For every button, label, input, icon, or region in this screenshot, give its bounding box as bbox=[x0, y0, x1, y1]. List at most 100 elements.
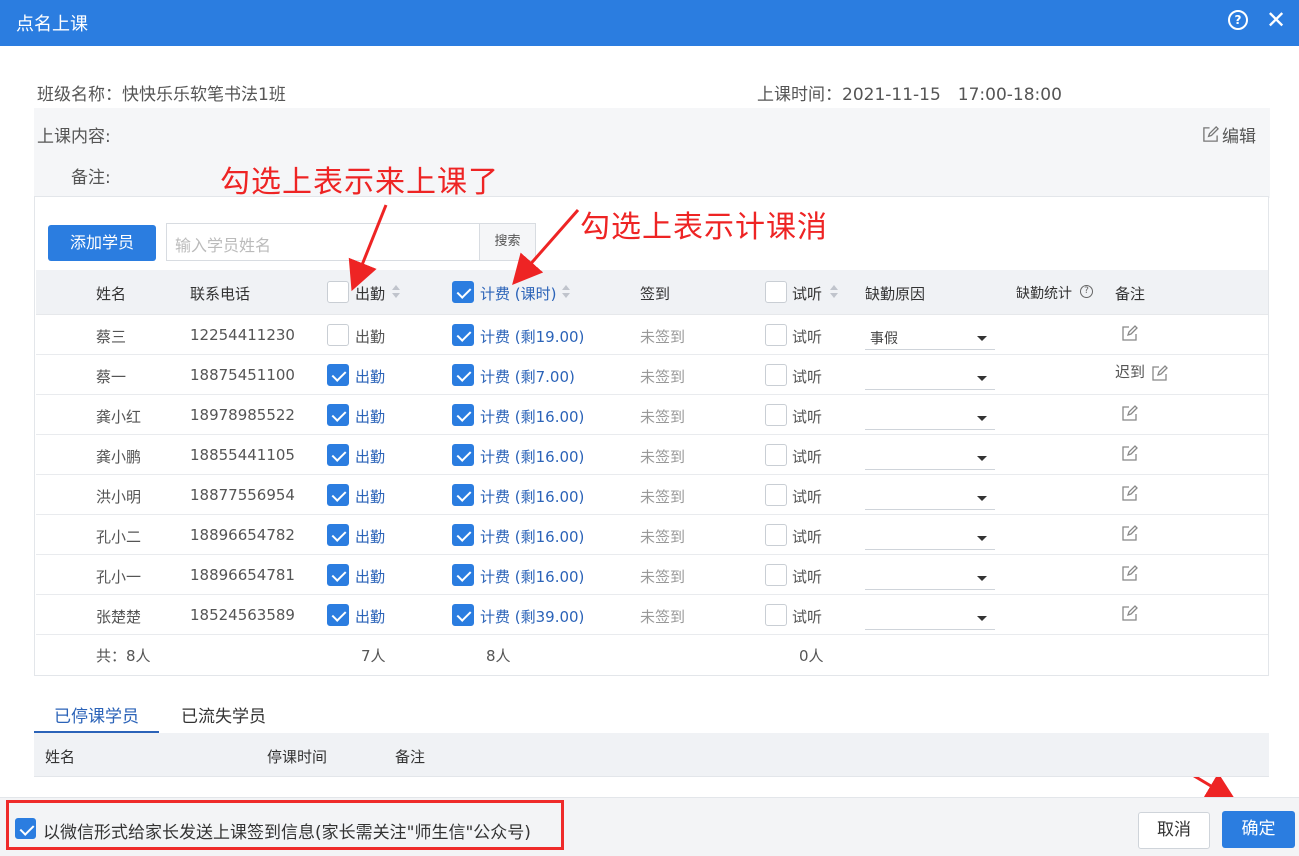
search-input[interactable]: 输入学员姓名 bbox=[166, 223, 480, 261]
attend-checkbox[interactable] bbox=[327, 324, 349, 346]
trial-checkbox[interactable] bbox=[765, 484, 787, 506]
stopped-table-header bbox=[34, 733, 1269, 777]
chevron-down-icon bbox=[977, 416, 987, 421]
charge-checkbox[interactable] bbox=[452, 524, 474, 546]
trial-checkbox[interactable] bbox=[765, 564, 787, 586]
edit-note-icon[interactable] bbox=[1121, 325, 1138, 342]
charge-label: 计费 (剩16.00) bbox=[480, 448, 585, 466]
charge-label: 计费 (剩16.00) bbox=[480, 528, 585, 546]
charge-all-checkbox[interactable] bbox=[452, 281, 474, 303]
charge-label: 计费 (剩19.00) bbox=[480, 328, 585, 346]
dialog-title: 点名上课 bbox=[16, 14, 88, 35]
absent-reason-select[interactable] bbox=[865, 604, 995, 630]
absent-reason-select[interactable] bbox=[865, 524, 995, 550]
trial-sort-icon[interactable] bbox=[830, 285, 838, 299]
dialog-titlebar: 点名上课 ? ✕ bbox=[0, 0, 1299, 46]
attend-all-checkbox[interactable] bbox=[327, 281, 349, 303]
attend-checkbox[interactable] bbox=[327, 444, 349, 466]
absent-reason-select[interactable] bbox=[865, 444, 995, 470]
tab-stopped-students[interactable]: 已停课学员 bbox=[54, 702, 139, 727]
sign-status: 未签到 bbox=[640, 608, 686, 626]
annotation-charge: 勾选上表示计课消 bbox=[580, 210, 828, 245]
header-attend: 出勤 bbox=[355, 285, 386, 303]
absent-reason-select[interactable] bbox=[865, 484, 995, 510]
chevron-down-icon bbox=[977, 376, 987, 381]
trial-all-checkbox[interactable] bbox=[765, 281, 787, 303]
header-sign: 签到 bbox=[640, 285, 671, 303]
charge-sort-icon[interactable] bbox=[562, 285, 570, 299]
attend-label: 出勤 bbox=[355, 568, 386, 586]
row-note: 迟到 bbox=[1115, 363, 1146, 381]
trial-label: 试听 bbox=[792, 568, 823, 586]
charge-checkbox[interactable] bbox=[452, 324, 474, 346]
close-icon[interactable]: ✕ bbox=[1264, 6, 1288, 34]
trial-checkbox[interactable] bbox=[765, 604, 787, 626]
student-phone: 18877556954 bbox=[190, 486, 295, 504]
attend-label: 出勤 bbox=[355, 448, 386, 466]
edit-button[interactable]: 编辑 bbox=[1202, 122, 1256, 147]
trial-label: 试听 bbox=[792, 608, 823, 626]
edit-note-icon[interactable] bbox=[1151, 365, 1168, 382]
search-button[interactable]: 搜索 bbox=[479, 223, 536, 261]
wechat-notify-checkbox[interactable] bbox=[15, 818, 36, 839]
header-absent-stats: 缺勤统计 bbox=[1016, 286, 1072, 302]
charge-label: 计费 (剩16.00) bbox=[480, 568, 585, 586]
help-circle-icon[interactable]: ? bbox=[1080, 285, 1093, 298]
edit-note-icon[interactable] bbox=[1121, 445, 1138, 462]
remark-label: 备注: bbox=[71, 168, 111, 188]
trial-label: 试听 bbox=[792, 328, 823, 346]
edit-note-icon[interactable] bbox=[1121, 485, 1138, 502]
attend-label: 出勤 bbox=[355, 368, 386, 386]
trial-checkbox[interactable] bbox=[765, 524, 787, 546]
charge-count: 8人 bbox=[486, 647, 511, 665]
student-phone: 18524563589 bbox=[190, 606, 295, 624]
student-phone: 18855441105 bbox=[190, 446, 295, 464]
attend-checkbox[interactable] bbox=[327, 364, 349, 386]
student-name: 蔡三 bbox=[96, 328, 127, 346]
header2-note: 备注 bbox=[395, 748, 426, 766]
absent-reason-select[interactable] bbox=[865, 364, 995, 390]
attend-checkbox[interactable] bbox=[327, 484, 349, 506]
trial-checkbox[interactable] bbox=[765, 364, 787, 386]
charge-checkbox[interactable] bbox=[452, 604, 474, 626]
confirm-button[interactable]: 确定 bbox=[1222, 811, 1295, 848]
charge-label: 计费 (剩16.00) bbox=[480, 408, 585, 426]
student-name: 蔡一 bbox=[96, 368, 127, 386]
sign-status: 未签到 bbox=[640, 568, 686, 586]
student-name: 龚小红 bbox=[96, 408, 142, 426]
edit-note-icon[interactable] bbox=[1121, 405, 1138, 422]
charge-checkbox[interactable] bbox=[452, 404, 474, 426]
cancel-button[interactable]: 取消 bbox=[1138, 812, 1210, 849]
chevron-down-icon bbox=[977, 616, 987, 621]
attend-checkbox[interactable] bbox=[327, 404, 349, 426]
student-name: 龚小鹏 bbox=[96, 448, 142, 466]
absent-reason-select[interactable] bbox=[865, 404, 995, 430]
charge-checkbox[interactable] bbox=[452, 444, 474, 466]
attend-checkbox[interactable] bbox=[327, 524, 349, 546]
tab-lost-students[interactable]: 已流失学员 bbox=[181, 702, 266, 727]
content-label: 上课内容: bbox=[37, 127, 111, 147]
attend-checkbox[interactable] bbox=[327, 564, 349, 586]
edit-note-icon[interactable] bbox=[1121, 525, 1138, 542]
add-student-button[interactable]: 添加学员 bbox=[48, 225, 156, 261]
absent-reason-select[interactable] bbox=[865, 564, 995, 590]
student-phone: 18875451100 bbox=[190, 366, 295, 384]
edit-note-icon[interactable] bbox=[1121, 605, 1138, 622]
trial-checkbox[interactable] bbox=[765, 444, 787, 466]
sign-status: 未签到 bbox=[640, 488, 686, 506]
charge-checkbox[interactable] bbox=[452, 484, 474, 506]
charge-checkbox[interactable] bbox=[452, 564, 474, 586]
trial-checkbox[interactable] bbox=[765, 404, 787, 426]
attend-sort-icon[interactable] bbox=[392, 285, 400, 299]
absent-reason-select[interactable]: 事假 bbox=[865, 324, 995, 350]
student-phone: 18978985522 bbox=[190, 406, 295, 424]
charge-checkbox[interactable] bbox=[452, 364, 474, 386]
sign-status: 未签到 bbox=[640, 408, 686, 426]
help-icon[interactable]: ? bbox=[1228, 10, 1248, 30]
attend-label: 出勤 bbox=[355, 608, 386, 626]
class-time: 上课时间：2021-11-15 17:00-18:00 bbox=[757, 85, 1062, 105]
trial-checkbox[interactable] bbox=[765, 324, 787, 346]
attend-checkbox[interactable] bbox=[327, 604, 349, 626]
header-trial: 试听 bbox=[792, 285, 823, 303]
edit-note-icon[interactable] bbox=[1121, 565, 1138, 582]
